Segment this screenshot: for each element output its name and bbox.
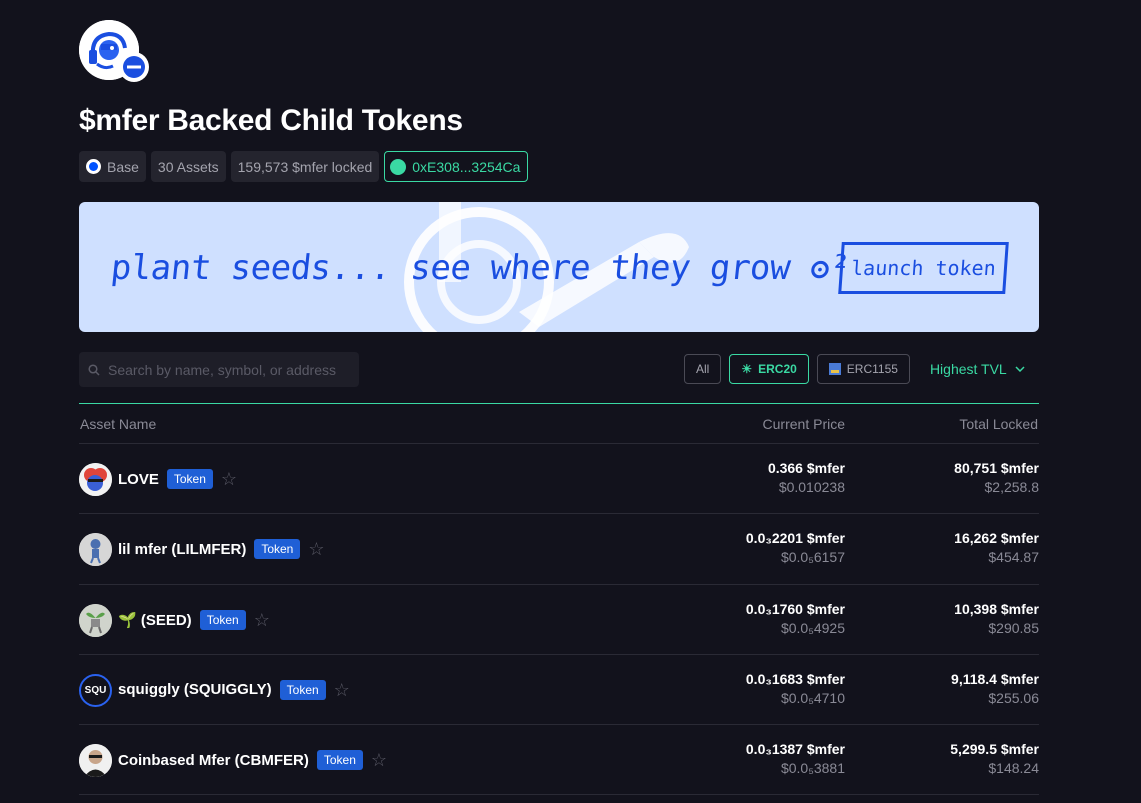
filter-erc20-button[interactable]: ☀ ERC20	[729, 354, 809, 384]
filter-erc1155-label: ERC1155	[846, 362, 898, 376]
token-name: squiggly (SQUIGGLY)	[118, 681, 272, 699]
price-mfer: 0.0₃1760 $mfer	[745, 600, 845, 617]
current-price: 0.0₃1387 $mfer $0.0₅3881	[746, 741, 845, 776]
locked-amount-chip: 159,573 $mfer locked	[230, 151, 380, 182]
current-price: 0.0₃1683 $mfer $0.0₅4710	[746, 671, 845, 706]
locked-mfer: 80,751 $mfer	[954, 460, 1039, 476]
price-mfer: 0.0₃1683 $mfer	[745, 670, 845, 687]
total-locked: 9,118.4 $mfer $255.06	[951, 671, 1039, 706]
assets-table: Asset Name Current Price Total Locked LO…	[79, 403, 1039, 796]
token-avatar	[79, 744, 112, 778]
token-name: 🌱 (SEED)	[118, 611, 192, 629]
locked-usd: $148.24	[988, 760, 1039, 777]
total-locked: 80,751 $mfer $2,258.8	[954, 460, 1039, 495]
token-type-badge: Token	[166, 469, 213, 489]
filter-erc1155-button[interactable]: ERC1155	[816, 354, 910, 384]
asset-count-chip: 30 Assets	[150, 151, 226, 182]
sort-dropdown[interactable]: Highest TVL	[930, 361, 1025, 377]
price-usd: $0.0₅4710	[780, 689, 845, 706]
table-header: Asset Name Current Price Total Locked	[79, 404, 1039, 444]
sort-label: Highest TVL	[929, 361, 1007, 377]
token-avatar	[79, 603, 112, 637]
favorite-star-icon[interactable]: ☆	[254, 611, 270, 629]
contract-address: 0xE308...3254Ca	[412, 158, 521, 175]
price-mfer: 0.366 $mfer	[767, 460, 845, 476]
token-type-badge: Token	[199, 609, 246, 630]
locked-mfer: 10,398 $mfer	[954, 600, 1039, 617]
filter-erc20-label: ERC20	[758, 362, 797, 376]
column-header-locked: Total Locked	[959, 416, 1038, 432]
locked-usd: $290.85	[988, 619, 1039, 636]
token-type-badge: Token	[316, 750, 363, 771]
price-mfer: 0.0₃1387 $mfer	[745, 741, 845, 758]
column-header-name: Asset Name	[80, 416, 157, 432]
token-name: LOVE	[118, 470, 159, 488]
token-name: Coinbased Mfer (CBMFER)	[118, 751, 309, 769]
contract-icon	[390, 158, 407, 175]
current-price: 0.366 $mfer $0.010238	[768, 460, 845, 495]
current-price: 0.0₃2201 $mfer $0.0₅6157	[746, 530, 845, 565]
image-icon	[828, 363, 841, 375]
chevron-down-icon	[1015, 366, 1025, 372]
token-type-badge: Token	[254, 539, 301, 560]
table-row[interactable]: LOVE Token ☆ 0.366 $mfer $0.010238 80,75…	[79, 444, 1039, 515]
token-avatar	[79, 533, 112, 567]
favorite-star-icon[interactable]: ☆	[221, 470, 237, 488]
column-header-price: Current Price	[762, 416, 845, 432]
filter-all-button[interactable]: All	[684, 354, 722, 384]
favorite-star-icon[interactable]: ☆	[334, 681, 350, 699]
token-avatar: SQU	[79, 673, 112, 707]
favorite-star-icon[interactable]: ☆	[308, 540, 324, 558]
price-usd: $0.010238	[778, 479, 845, 495]
locked-mfer: 16,262 $mfer	[954, 530, 1039, 547]
base-network-icon	[119, 52, 149, 82]
token-avatar	[79, 463, 112, 496]
search-input[interactable]	[108, 361, 348, 378]
collection-logo	[79, 20, 149, 82]
price-usd: $0.0₅4925	[780, 619, 845, 636]
locked-usd: $454.87	[988, 549, 1039, 566]
banner-tagline: plant seeds... see where they grow ʘ²	[108, 248, 852, 288]
token-name: lil mfer (LILMFER)	[118, 540, 247, 558]
total-locked: 5,299.5 $mfer $148.24	[950, 741, 1039, 776]
price-mfer: 0.0₃2201 $mfer	[745, 530, 845, 547]
page-title: $mfer Backed Child Tokens	[79, 104, 463, 137]
search-box[interactable]	[79, 352, 359, 387]
sun-icon: ☀	[741, 362, 753, 376]
locked-mfer: 5,299.5 $mfer	[950, 741, 1039, 758]
price-usd: $0.0₅3881	[780, 760, 845, 777]
total-locked: 16,262 $mfer $454.87	[954, 530, 1039, 565]
filter-bar: All ☀ ERC20 ERC1155 Highest TVL	[684, 354, 1025, 384]
table-row[interactable]: Coinbased Mfer (CBMFER) Token ☆ 0.0₃1387…	[79, 725, 1039, 796]
launch-banner: plant seeds... see where they grow ʘ² la…	[79, 202, 1039, 332]
table-row[interactable]: 🌱 (SEED) Token ☆ 0.0₃1760 $mfer $0.0₅492…	[79, 585, 1039, 655]
token-type-badge: Token	[279, 679, 326, 700]
collection-info-chips: Base 30 Assets 159,573 $mfer locked 0xE3…	[79, 151, 529, 182]
price-usd: $0.0₅6157	[780, 549, 845, 566]
locked-usd: $2,258.8	[984, 479, 1040, 495]
table-row[interactable]: SQU squiggly (SQUIGGLY) Token ☆ 0.0₃1683…	[79, 655, 1039, 726]
favorite-star-icon[interactable]: ☆	[371, 751, 387, 769]
network-chip: Base	[79, 151, 146, 182]
table-row[interactable]: lil mfer (LILMFER) Token ☆ 0.0₃2201 $mfe…	[79, 514, 1039, 585]
locked-mfer: 9,118.4 $mfer	[951, 670, 1039, 687]
contract-address-chip[interactable]: 0xE308...3254Ca	[384, 151, 529, 182]
search-icon	[88, 363, 100, 376]
current-price: 0.0₃1760 $mfer $0.0₅4925	[746, 601, 845, 636]
total-locked: 10,398 $mfer $290.85	[954, 601, 1039, 636]
base-network-icon	[86, 159, 101, 174]
locked-usd: $255.06	[988, 689, 1039, 706]
network-label: Base	[107, 158, 139, 175]
launch-token-button[interactable]: launch token	[838, 242, 1009, 294]
